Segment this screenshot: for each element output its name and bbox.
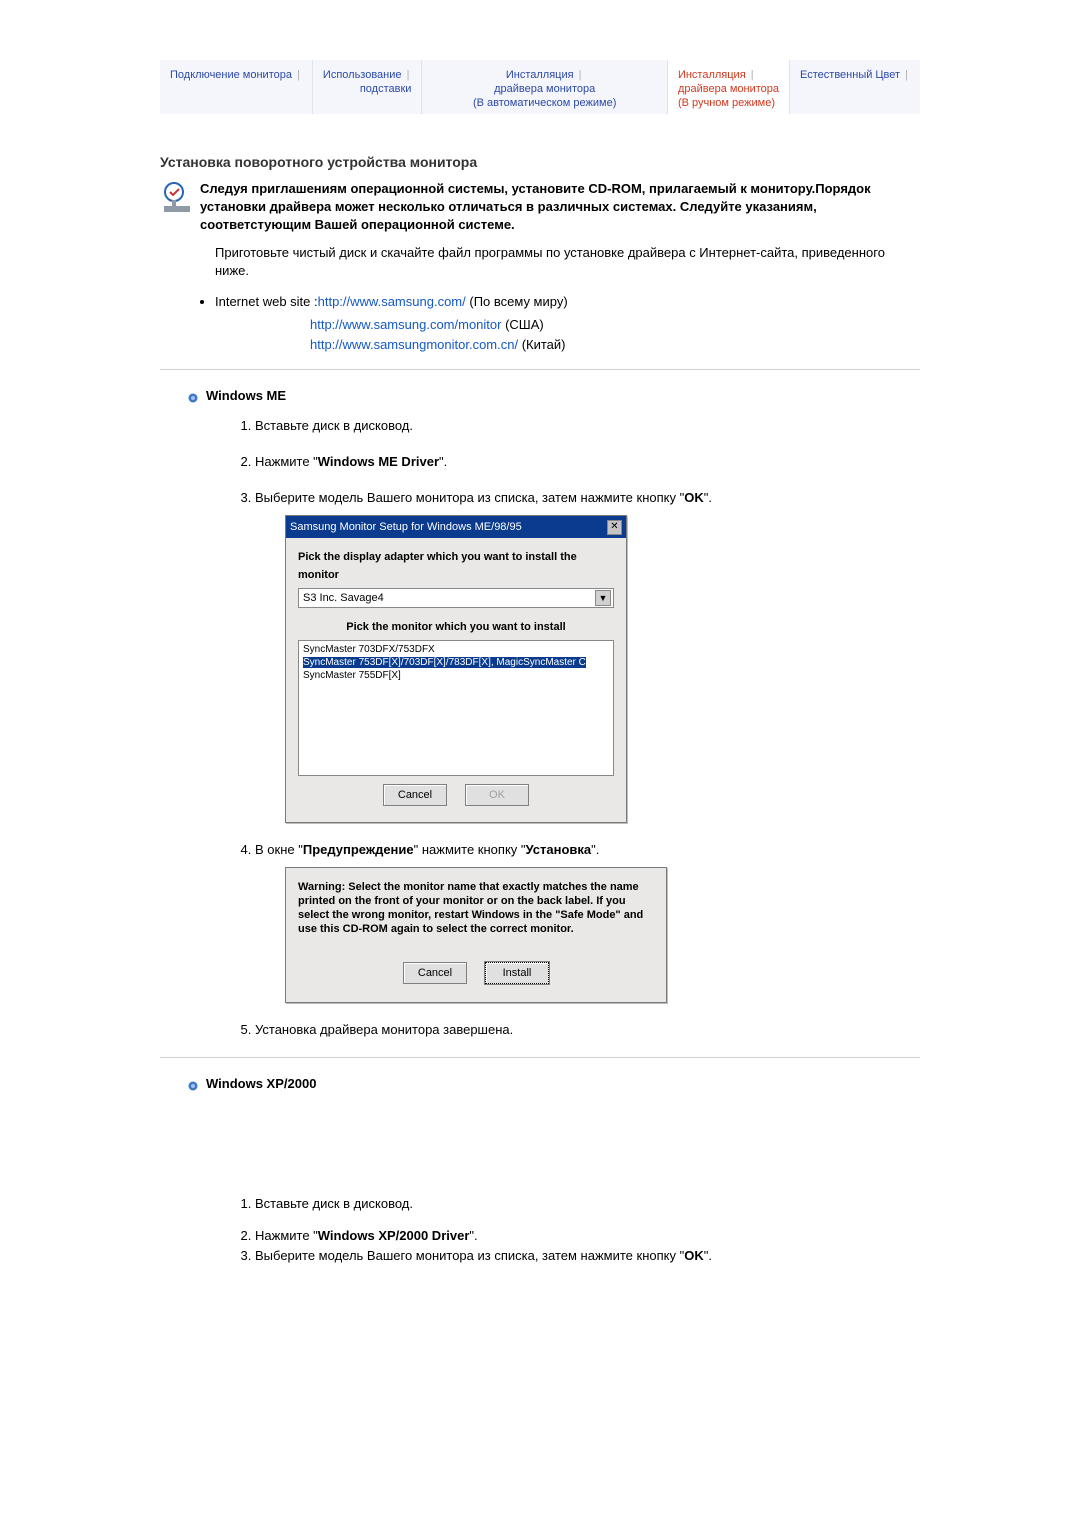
- tab-label: Естественный Цвет: [800, 69, 900, 81]
- dialog-title: Samsung Monitor Setup for Windows ME/98/…: [290, 518, 522, 536]
- prep-text: Приготовьте чистый диск и скачайте файл …: [215, 244, 920, 280]
- list-item[interactable]: SyncMaster 703DFX/753DFX: [303, 643, 609, 656]
- step-3: Выберите модель Вашего монитора из списк…: [255, 1247, 920, 1265]
- monitor-list-label: Pick the monitor which you want to insta…: [298, 618, 614, 636]
- heading-label: Windows XP/2000: [206, 1076, 316, 1091]
- note-block: Следуя приглашениям операционной системы…: [160, 180, 920, 234]
- step-text: ".: [704, 490, 712, 505]
- monitor-listbox[interactable]: SyncMaster 703DFX/753DFX SyncMaster 753D…: [298, 640, 614, 776]
- step-text: В окне ": [255, 842, 303, 857]
- link-samsung-world[interactable]: http://www.samsung.com/: [318, 294, 466, 309]
- step-text: Вставьте диск в дисковод.: [255, 418, 413, 433]
- bullet-icon: [188, 1079, 198, 1089]
- heading-windows-me: Windows ME: [188, 388, 920, 403]
- divider-line: [160, 369, 920, 370]
- page-title: Установка поворотного устройства монитор…: [160, 154, 920, 170]
- install-button[interactable]: Install: [485, 962, 549, 984]
- cancel-button[interactable]: Cancel: [403, 962, 467, 984]
- step-text: Нажмите ": [255, 1228, 318, 1243]
- install-icon: [160, 180, 200, 216]
- tab-label-line3: (В автоматическом режиме): [473, 96, 616, 110]
- adapter-select[interactable]: S3 Inc. Savage4 ▼: [298, 588, 614, 608]
- tab-label-line1: Использование: [323, 69, 402, 81]
- ok-label: OK: [684, 1248, 704, 1263]
- close-icon[interactable]: ✕: [607, 520, 622, 535]
- tab-install-manual[interactable]: Инсталляция | драйвера монитора (В ручно…: [668, 60, 790, 114]
- step-text: Выберите модель Вашего монитора из списк…: [255, 1248, 684, 1263]
- divider: |: [295, 69, 302, 81]
- warn-word: Предупреждение: [303, 842, 414, 857]
- step-2: Нажмите "Windows XP/2000 Driver".: [255, 1227, 920, 1245]
- bullet-icon: [188, 391, 198, 401]
- steps-windows-xp: Вставьте диск в дисковод. Нажмите "Windo…: [255, 1195, 920, 1265]
- top-nav: Подключение монитора | Использование | п…: [160, 60, 920, 114]
- dialog-monitor-setup: Samsung Monitor Setup for Windows ME/98/…: [285, 515, 627, 823]
- step-4: В окне "Предупреждение" нажмите кнопку "…: [255, 841, 920, 1003]
- step-text: ".: [439, 454, 447, 469]
- divider-line: [160, 1057, 920, 1058]
- ok-button[interactable]: OK: [465, 784, 529, 806]
- tab-install-auto[interactable]: Инсталляция | драйвера монитора (В автом…: [422, 60, 668, 114]
- link-samsung-usa[interactable]: http://www.samsung.com/monitor: [310, 317, 501, 332]
- tab-label-line3: (В ручном режиме): [678, 96, 775, 110]
- tab-connect-monitor[interactable]: Подключение монитора |: [160, 60, 313, 114]
- links-extra: http://www.samsung.com/monitor (США) htt…: [310, 315, 920, 355]
- tab-label-line1: Инсталляция: [678, 69, 746, 81]
- chevron-down-icon[interactable]: ▼: [595, 590, 611, 606]
- step-text: Установка драйвера монитора завершена.: [255, 1022, 513, 1037]
- divider: |: [903, 69, 910, 81]
- links-label: Internet web site :: [215, 294, 318, 309]
- adapter-label: Pick the display adapter which you want …: [298, 548, 614, 584]
- warning-text: Warning: Select the monitor name that ex…: [298, 880, 654, 936]
- step-text: ".: [469, 1228, 477, 1243]
- steps-windows-me: Вставьте диск в дисковод. Нажмите "Windo…: [255, 417, 920, 1039]
- driver-name: Windows XP/2000 Driver: [318, 1228, 470, 1243]
- divider: |: [746, 69, 756, 81]
- link-suffix: (Китай): [518, 337, 565, 352]
- step-text: Нажмите ": [255, 454, 318, 469]
- heading-label: Windows ME: [206, 388, 286, 403]
- driver-name: Windows ME Driver: [318, 454, 439, 469]
- step-text: Вставьте диск в дисковод.: [255, 1196, 413, 1211]
- tab-label-line2: драйвера монитора: [494, 82, 595, 96]
- divider: |: [574, 69, 584, 81]
- step-text: " нажмите кнопку ": [414, 842, 526, 857]
- tab-label: Подключение монитора: [170, 69, 292, 81]
- link-suffix: (По всему миру): [466, 294, 568, 309]
- list-item[interactable]: SyncMaster 755DF[X]: [303, 669, 609, 682]
- tab-label-line2: драйвера монитора: [678, 82, 779, 96]
- install-word: Установка: [526, 842, 592, 857]
- dialog-warning: Warning: Select the monitor name that ex…: [285, 867, 667, 1003]
- ok-label: OK: [684, 490, 704, 505]
- adapter-value: S3 Inc. Savage4: [303, 589, 384, 607]
- step-text: ".: [704, 1248, 712, 1263]
- step-text: Выберите модель Вашего монитора из списк…: [255, 490, 684, 505]
- links-list: Internet web site :http://www.samsung.co…: [160, 294, 920, 309]
- divider: |: [402, 69, 412, 81]
- page-root: Подключение монитора | Использование | п…: [160, 60, 920, 1265]
- tab-stand-usage[interactable]: Использование | подставки: [313, 60, 423, 114]
- step-1: Вставьте диск в дисковод.: [255, 1195, 920, 1213]
- tab-natural-color[interactable]: Естественный Цвет |: [790, 60, 920, 114]
- step-1: Вставьте диск в дисковод.: [255, 417, 920, 435]
- link-samsung-china[interactable]: http://www.samsungmonitor.com.cn/: [310, 337, 518, 352]
- tab-label-line1: Инсталляция: [506, 69, 574, 81]
- note-text: Следуя приглашениям операционной системы…: [200, 180, 920, 234]
- links-row: Internet web site :http://www.samsung.co…: [215, 294, 920, 309]
- heading-windows-xp: Windows XP/2000: [188, 1076, 920, 1091]
- link-suffix: (США): [501, 317, 543, 332]
- dialog-titlebar: Samsung Monitor Setup for Windows ME/98/…: [286, 516, 626, 538]
- tab-label-line2: подставки: [360, 82, 412, 96]
- step-3: Выберите модель Вашего монитора из списк…: [255, 489, 920, 823]
- step-text: ".: [591, 842, 599, 857]
- step-5: Установка драйвера монитора завершена.: [255, 1021, 920, 1039]
- cancel-button[interactable]: Cancel: [383, 784, 447, 806]
- list-item: SyncMaster 753DF[X]/703DF[X]/783DF[X], M…: [303, 656, 609, 669]
- step-2: Нажмите "Windows ME Driver".: [255, 453, 920, 471]
